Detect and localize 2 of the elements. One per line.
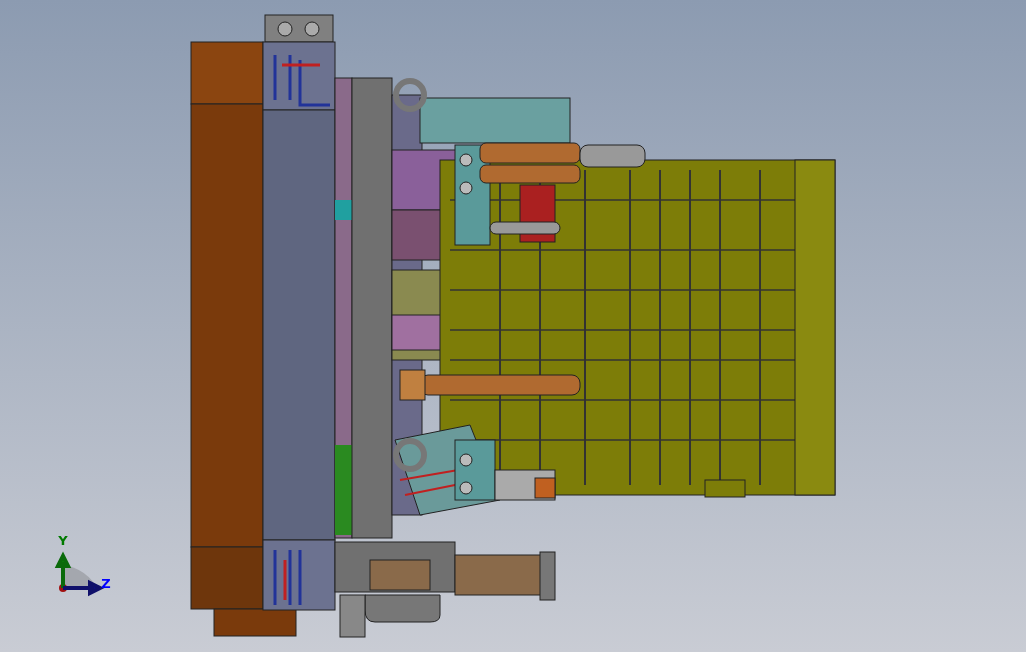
axis-label: Y [58, 533, 68, 548]
axis-label: Z [101, 576, 111, 591]
